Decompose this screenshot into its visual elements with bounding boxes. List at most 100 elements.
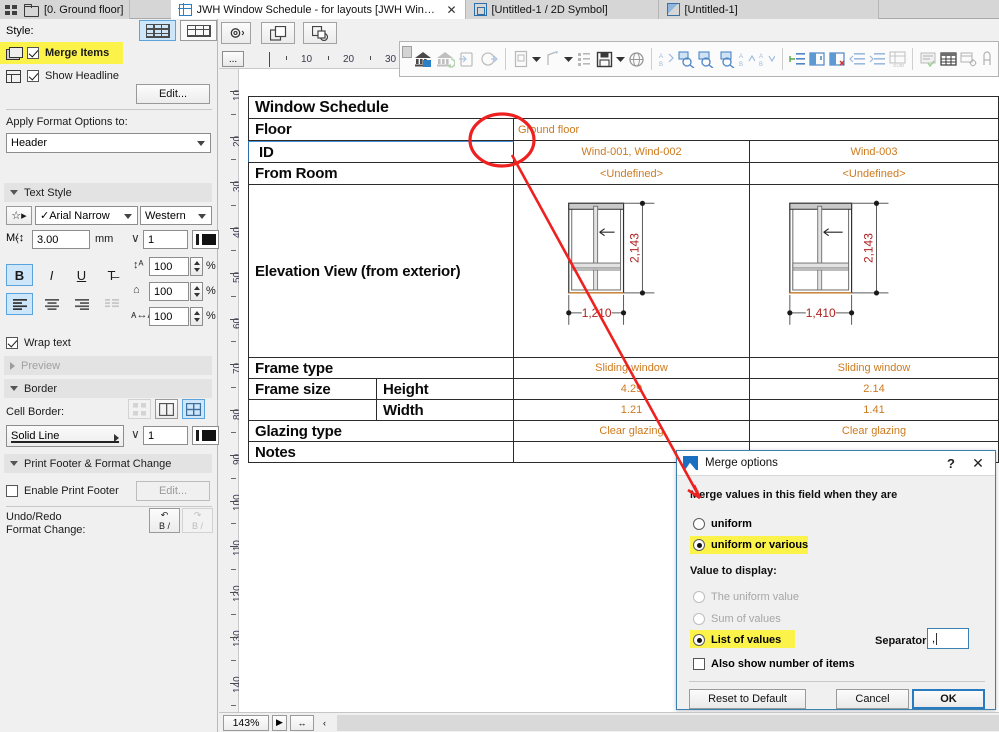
row-value-height-col1[interactable]: 4.29: [514, 379, 750, 399]
radio-uniform-or-various-row[interactable]: uniform or various: [693, 537, 808, 553]
border-color-swatch[interactable]: [192, 426, 219, 445]
tab-ground-floor[interactable]: [0. Ground floor]: [0, 0, 130, 19]
row-value-from-room-col1[interactable]: <Undefined>: [514, 163, 750, 184]
align-right-button[interactable]: [68, 293, 95, 315]
row-value-height-col2[interactable]: 2.14: [750, 379, 999, 399]
radio-sum-of-values-row[interactable]: Sum of values: [693, 611, 781, 627]
settings-gear-button[interactable]: [221, 22, 251, 44]
display-options-icon[interactable]: [959, 48, 977, 70]
enable-print-footer-row[interactable]: Enable Print Footer: [6, 482, 119, 500]
indent-icon[interactable]: [868, 48, 886, 70]
enable-print-footer-checkbox[interactable]: [6, 485, 18, 497]
insert-row-icon[interactable]: [789, 48, 807, 70]
print-footer-edit-button[interactable]: Edit...: [136, 481, 210, 501]
italic-button[interactable]: I: [38, 264, 65, 286]
cell-border-none-button[interactable]: [128, 399, 151, 419]
style-grid-simple-button[interactable]: [180, 20, 217, 41]
also-show-count-checkbox[interactable]: [693, 658, 705, 670]
row-value-floor[interactable]: Ground floor: [514, 119, 999, 140]
help-icon[interactable]: ?: [942, 456, 960, 471]
strikethrough-button[interactable]: T̶: [98, 264, 125, 286]
tab-untitled-1[interactable]: [Untitled-1]: [659, 0, 879, 19]
border-line-type-select[interactable]: Solid Line: [6, 425, 124, 447]
page-setup-icon[interactable]: [512, 48, 530, 70]
wrap-text-checkbox[interactable]: [6, 337, 18, 349]
row-value-elevation-col1[interactable]: 2,143 1,210: [514, 185, 750, 357]
radio-uniform-value-row[interactable]: The uniform value: [693, 589, 799, 605]
line-spacing-input[interactable]: 100: [149, 257, 189, 276]
cell-border-all-button[interactable]: [182, 399, 205, 419]
cancel-button[interactable]: Cancel: [836, 689, 909, 709]
arrange-front-button[interactable]: [261, 22, 295, 44]
find-text-icon[interactable]: [678, 48, 696, 70]
preview-section-header[interactable]: Preview: [4, 356, 212, 375]
radio-list-of-values[interactable]: [693, 634, 705, 646]
outdent-icon[interactable]: [848, 48, 866, 70]
style-grid-full-button[interactable]: [139, 20, 176, 41]
ok-button[interactable]: OK: [912, 689, 985, 709]
font-script-select[interactable]: Western: [140, 206, 212, 225]
print-footer-section-header[interactable]: Print Footer & Format Change: [4, 454, 212, 473]
width-factor-stepper[interactable]: [190, 282, 203, 301]
create-schedule-icon[interactable]: [413, 48, 433, 70]
bold-button[interactable]: B: [6, 264, 33, 286]
export-schedule-icon[interactable]: [479, 48, 499, 70]
row-value-from-room-col2[interactable]: <Undefined>: [750, 163, 999, 184]
zoom-menu-button[interactable]: ▶: [272, 715, 287, 731]
text-style-section-header[interactable]: Text Style: [4, 183, 212, 202]
align-center-button[interactable]: [38, 293, 65, 315]
sort-descending-icon[interactable]: AB: [758, 48, 776, 70]
toolbar-grip[interactable]: [402, 46, 412, 58]
zoom-level-field[interactable]: 143%: [223, 715, 269, 731]
redo-format-button[interactable]: ↷B /: [182, 508, 213, 533]
show-headline-row[interactable]: Show Headline: [6, 67, 119, 85]
save-icon[interactable]: [595, 48, 613, 70]
row-value-frame-type-col2[interactable]: Sliding window: [750, 358, 999, 378]
align-justify-button[interactable]: [98, 293, 125, 315]
char-spacing-stepper[interactable]: [190, 307, 203, 326]
measure-dropdown-icon[interactable]: [564, 48, 574, 70]
row-value-width-col1[interactable]: 1.21: [514, 400, 750, 420]
previous-view-button[interactable]: ‹: [317, 715, 332, 731]
row-label-id[interactable]: ID: [248, 141, 514, 162]
char-spacing-input[interactable]: 100: [149, 307, 189, 326]
favorites-star-button[interactable]: ☆▸: [6, 206, 32, 225]
undo-format-button[interactable]: ↶B /: [149, 508, 180, 533]
radio-uniform-row[interactable]: uniform: [693, 516, 752, 532]
find-replace-icon[interactable]: [698, 48, 716, 70]
tab-close-icon[interactable]: ✕: [446, 4, 456, 16]
tab-untitled-2d-symbol[interactable]: [Untitled-1 / 2D Symbol]: [466, 0, 659, 19]
text-pen-input[interactable]: 1: [143, 230, 188, 249]
border-pen-input[interactable]: 1: [143, 426, 188, 445]
font-family-select[interactable]: ✓Arial Narrow: [35, 206, 138, 225]
merge-items-checkbox[interactable]: [27, 47, 39, 59]
text-options-icon[interactable]: [919, 48, 937, 70]
row-value-elevation-col2[interactable]: 2,143 1,410: [750, 185, 999, 357]
table-layout-icon[interactable]: [939, 48, 957, 70]
align-left-button[interactable]: [6, 293, 33, 315]
update-schedule-icon[interactable]: [435, 48, 455, 70]
page-setup-dropdown-icon[interactable]: [532, 48, 542, 70]
underline-button[interactable]: U: [68, 264, 95, 286]
import-schedule-icon[interactable]: [457, 48, 477, 70]
row-value-width-col2[interactable]: 1.41: [750, 400, 999, 420]
separator-input[interactable]: ,: [927, 628, 969, 649]
scheme-settings-icon[interactable]: [575, 48, 593, 70]
close-icon[interactable]: ✕: [967, 455, 989, 472]
find-all-icon[interactable]: [718, 48, 736, 70]
cell-border-outer-button[interactable]: [155, 399, 178, 419]
row-value-id-col2[interactable]: Wind-003: [750, 141, 999, 162]
line-spacing-stepper[interactable]: [190, 257, 203, 276]
border-section-header[interactable]: Border: [4, 379, 212, 398]
wrap-text-row[interactable]: Wrap text: [6, 334, 71, 352]
text-size-input[interactable]: 3.00: [32, 230, 90, 249]
radio-sum-of-values[interactable]: [693, 613, 705, 625]
headline-edit-button[interactable]: Edit...: [136, 84, 210, 104]
sort-ascending-icon[interactable]: AB: [738, 48, 756, 70]
merge-items-row[interactable]: Merge Items: [6, 44, 109, 62]
save-dropdown-icon[interactable]: [615, 48, 625, 70]
publish-icon[interactable]: [627, 48, 645, 70]
row-value-id-col1[interactable]: Wind-001, Wind-002: [514, 141, 750, 162]
row-value-glazing-col2[interactable]: Clear glazing: [750, 421, 999, 441]
text-color-swatch[interactable]: [192, 230, 219, 249]
